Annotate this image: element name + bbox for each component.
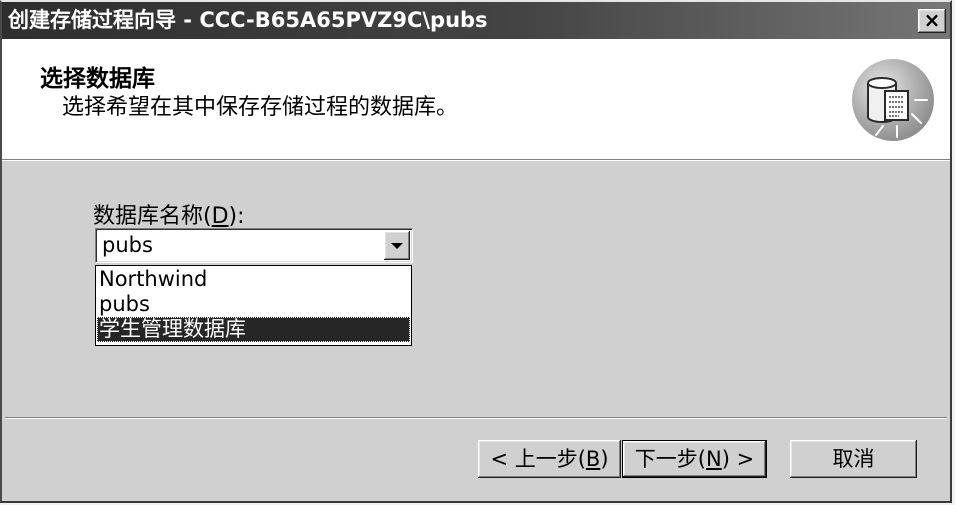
database-name-label: 数据库名称(D): (93, 198, 245, 230)
database-name-label-accesskey: D (211, 204, 229, 229)
close-icon[interactable]: × (918, 9, 946, 33)
dropdown-arrow-icon (391, 243, 403, 249)
back-button[interactable]: < 上一步(B) (478, 440, 621, 478)
dropdown-option[interactable]: pubs (97, 292, 410, 317)
database-name-value: pubs (102, 233, 153, 257)
back-button-accesskey: B (585, 447, 601, 471)
title-bar[interactable]: 创建存储过程向导 - CCC-B65A65PVZ9C\pubs × (2, 2, 950, 39)
window-title: 创建存储过程向导 - CCC-B65A65PVZ9C\pubs (8, 8, 488, 32)
cancel-button[interactable]: 取消 (790, 440, 917, 478)
header-separator (2, 159, 950, 161)
database-wizard-icon (852, 59, 934, 141)
page-subtitle: 选择希望在其中保存存储过程的数据库。 (62, 95, 459, 120)
footer-separator (5, 417, 947, 419)
page-title: 选择数据库 (40, 66, 155, 92)
database-name-combobox[interactable]: pubs (95, 228, 413, 263)
back-button-suffix: ) (600, 447, 609, 471)
dropdown-option[interactable]: Northwind (97, 267, 410, 292)
wizard-header: 选择数据库 选择希望在其中保存存储过程的数据库。 (2, 39, 950, 159)
next-button-suffix: ) > (721, 447, 755, 471)
dropdown-option[interactable]: 学生管理数据库 (97, 317, 410, 342)
database-name-label-text: 数据库名称( (93, 204, 212, 229)
wizard-dialog: 创建存储过程向导 - CCC-B65A65PVZ9C\pubs × 选择数据库 … (0, 0, 952, 503)
database-name-label-suffix: ): (228, 204, 245, 229)
dropdown-arrow-button[interactable] (384, 231, 410, 260)
next-button-text: 下一步( (634, 447, 706, 471)
document-sheet (884, 90, 909, 121)
next-button-accesskey: N (706, 447, 722, 471)
next-button[interactable]: 下一步(N) > (622, 440, 767, 478)
back-button-text: < 上一步( (490, 447, 586, 471)
database-dropdown-list[interactable]: Northwind pubs 学生管理数据库 (95, 265, 412, 346)
